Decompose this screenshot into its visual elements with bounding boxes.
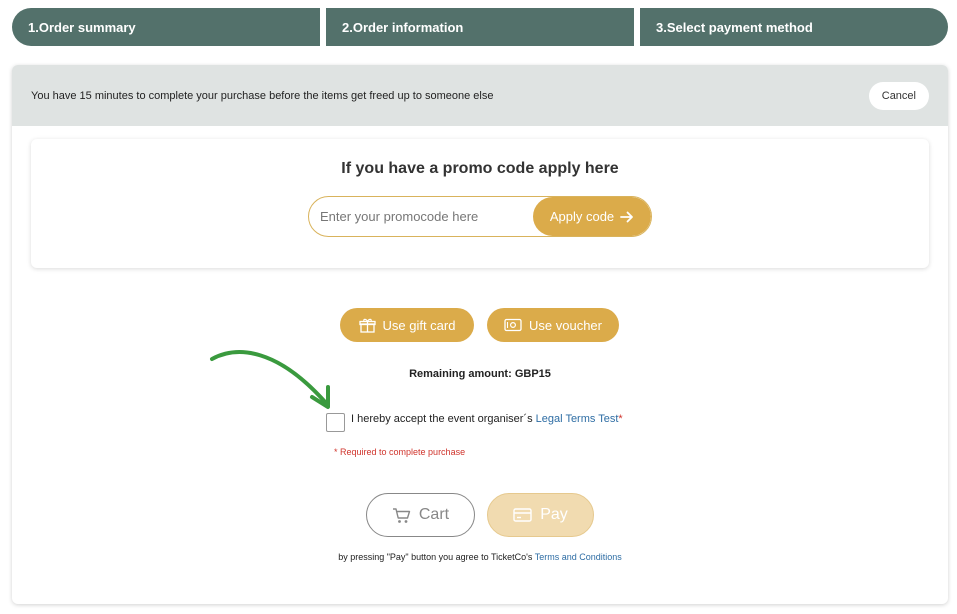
terms-acceptance-row: I hereby accept the event organiser´s Le…: [326, 410, 623, 432]
promo-code-input[interactable]: [309, 197, 533, 236]
pay-button[interactable]: Pay: [487, 493, 594, 537]
accept-terms-checkbox[interactable]: [326, 413, 345, 432]
checkout-steps: 1.Order summary 2.Order information 3.Se…: [12, 8, 948, 46]
remaining-amount: Remaining amount: GBP15: [409, 368, 551, 380]
gift-icon: [358, 318, 376, 333]
required-note: * Required to complete purchase: [334, 447, 466, 457]
promo-input-group: Apply code: [308, 196, 652, 237]
step-order-summary[interactable]: 1.Order summary: [12, 8, 320, 46]
use-gift-card-button[interactable]: Use gift card: [340, 308, 474, 342]
annotation-arrow-icon: [210, 350, 330, 409]
use-voucher-label: Use voucher: [529, 317, 602, 333]
footer-terms-prefix: by pressing "Pay" button you agree to Ti…: [338, 552, 535, 562]
voucher-icon: [504, 318, 522, 332]
apply-code-label: Apply code: [549, 209, 615, 224]
timer-bar: You have 15 minutes to complete your pur…: [12, 65, 948, 126]
promo-title: If you have a promo code apply here: [341, 160, 619, 177]
use-gift-card-label: Use gift card: [382, 317, 456, 333]
timer-message: You have 15 minutes to complete your pur…: [31, 89, 494, 102]
cart-button[interactable]: Cart: [366, 493, 475, 537]
required-asterisk: *: [618, 413, 623, 425]
step-select-payment-method[interactable]: 3.Select payment method: [640, 8, 948, 46]
promo-card: If you have a promo code apply here Appl…: [31, 139, 929, 268]
cart-label: Cart: [418, 506, 450, 523]
pay-label: Pay: [540, 506, 568, 523]
cart-icon: [392, 507, 411, 523]
legal-terms-link[interactable]: Legal Terms Test: [536, 413, 619, 425]
step-order-information[interactable]: 2.Order information: [326, 8, 634, 46]
footer-terms: by pressing "Pay" button you agree to Ti…: [12, 552, 948, 562]
terms-prefix: I hereby accept the event organiser´s: [351, 413, 536, 425]
terms-and-conditions-link[interactable]: Terms and Conditions: [535, 552, 622, 562]
payment-panel: You have 15 minutes to complete your pur…: [12, 65, 948, 604]
cancel-button[interactable]: Cancel: [868, 81, 929, 110]
use-voucher-button[interactable]: Use voucher: [487, 308, 619, 342]
apply-code-button[interactable]: Apply code: [533, 197, 651, 236]
arrow-right-icon: [620, 211, 634, 222]
credit-card-icon: [513, 508, 532, 522]
terms-text: I hereby accept the event organiser´s Le…: [351, 410, 623, 428]
